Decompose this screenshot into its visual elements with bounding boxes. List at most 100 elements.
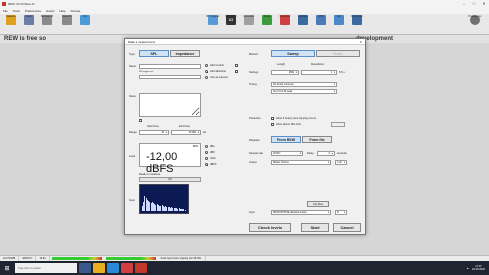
- chevron-down-icon: ▾: [333, 83, 335, 86]
- chevron-down-icon: ▾: [295, 71, 297, 74]
- abort-spl-check[interactable]: [271, 123, 274, 126]
- chevron-down-icon: ▾: [343, 161, 345, 164]
- network-icon[interactable]: ▲: [466, 267, 469, 270]
- start-button[interactable]: Start: [301, 223, 329, 232]
- input-level-meter: [51, 257, 102, 260]
- method-label: Method:: [249, 53, 259, 56]
- spl-meter-button[interactable]: 83 SPL Meter: [222, 15, 240, 34]
- task-view-icon[interactable]: [79, 263, 91, 273]
- add-date-time-check[interactable]: [235, 70, 238, 73]
- maximize-button[interactable]: □: [469, 0, 479, 8]
- notes-textarea[interactable]: [139, 93, 201, 117]
- info-button[interactable]: Info: [76, 15, 94, 34]
- measure-button[interactable]: Measure: [2, 15, 20, 34]
- measurement-dialog: Make a measurement ✕ Type: SPL Impedance…: [124, 38, 366, 235]
- from-rew-button[interactable]: From REW: [271, 136, 301, 143]
- file-explorer-icon[interactable]: [93, 263, 105, 273]
- menu-help[interactable]: Help: [59, 9, 65, 13]
- eq-button[interactable]: EQ: [330, 15, 348, 34]
- protection-label: Protection: [249, 117, 261, 120]
- use-as-entered-radio[interactable]: [205, 76, 208, 79]
- delay-input[interactable]: 0 ▴: [317, 151, 335, 156]
- start-freq-input[interactable]: 15 ▴: [139, 130, 169, 135]
- chevron-down-icon: ▾: [343, 211, 345, 214]
- chrome-icon[interactable]: [121, 263, 133, 273]
- name-prefix-input[interactable]: [139, 75, 201, 79]
- dbu-radio[interactable]: [205, 145, 208, 148]
- input-device-select[interactable]: MICROPHONE (Realtek Audio) ▾: [271, 210, 331, 215]
- timing-select[interactable]: No timing reference ▾: [271, 82, 337, 87]
- chevron-down-icon: ▾: [327, 161, 329, 164]
- level-display[interactable]: RMS -12,00 dBFS: [139, 143, 201, 175]
- dbfs-radio[interactable]: [205, 163, 208, 166]
- playback-label: Playback: [249, 139, 260, 142]
- output-channel-select[interactable]: L+R ▾: [335, 160, 347, 165]
- length-select[interactable]: 256k ▾: [271, 70, 299, 75]
- windows-start-icon[interactable]: ⊞: [0, 261, 14, 275]
- from-file-button[interactable]: From file: [302, 136, 332, 143]
- overlays-button[interactable]: Overlays: [294, 15, 312, 34]
- window-controls: – □ ✕: [459, 0, 489, 8]
- volts-radio[interactable]: [205, 157, 208, 160]
- length-label: Length: [277, 63, 285, 66]
- ready-label: Ready to measure: [139, 173, 161, 176]
- type-spl-button[interactable]: SPL: [139, 50, 169, 57]
- spectrum-bar: [184, 209, 186, 211]
- name-input[interactable]: [139, 64, 201, 69]
- repetitions-select[interactable]: 1 ▾: [301, 70, 337, 75]
- spinner-icon: ▴: [331, 152, 333, 155]
- menu-donate[interactable]: Donate: [71, 9, 81, 13]
- remove-all-button[interactable]: Remove All: [38, 15, 56, 34]
- chevron-down-icon: ▾: [333, 90, 335, 93]
- timing-sub-select[interactable]: Set t=0 at IR peak ▾: [271, 89, 337, 94]
- generator-button[interactable]: Generator: [240, 15, 258, 34]
- dbu-label: dBu: [210, 145, 215, 148]
- dialog-close-icon[interactable]: ✕: [359, 39, 362, 45]
- close-window-button[interactable]: ✕: [479, 0, 489, 8]
- rew-taskbar-icon[interactable]: [135, 263, 147, 273]
- method-sweep-button[interactable]: Sweep: [271, 50, 315, 57]
- import-button[interactable]: Import: [20, 15, 38, 34]
- output-device-select[interactable]: Master Volume ▾: [271, 160, 331, 165]
- dbv-radio[interactable]: [205, 151, 208, 154]
- taskbar: ⊞ Type here to search ▲ 17:07 20.08.2020: [0, 261, 489, 275]
- name-label: Name: [129, 65, 136, 68]
- save-notes-check[interactable]: [139, 119, 142, 122]
- spinner-icon: ▴: [197, 131, 199, 134]
- sample-rate-select[interactable]: 48 kHz ▾: [271, 151, 303, 156]
- start-freq-label: Start Freq: [147, 125, 159, 128]
- preferences-button[interactable]: Preferences: [466, 15, 484, 34]
- input-channel-select[interactable]: R ▾: [335, 210, 347, 215]
- auto-number-radio[interactable]: [205, 64, 208, 67]
- room-sim-button[interactable]: Room Sim: [348, 15, 366, 34]
- calculator-button[interactable]: Calculator: [276, 15, 294, 34]
- type-impedance-button[interactable]: Impedance: [170, 50, 200, 57]
- abort-clipping-check[interactable]: [271, 117, 275, 121]
- menu-preferences[interactable]: Preferences: [25, 9, 41, 13]
- method-noise-button[interactable]: Noise: [316, 50, 360, 57]
- check-levels-button[interactable]: Check levels: [249, 223, 291, 232]
- spl-limit-input[interactable]: [331, 122, 345, 127]
- rt-analyser-button[interactable]: RT Analyser: [204, 15, 222, 34]
- end-freq-input[interactable]: 20 000 ▴: [171, 130, 201, 135]
- cancel-button[interactable]: Cancel: [333, 223, 361, 232]
- spectrum-bars: [142, 193, 186, 211]
- menu-graph[interactable]: Graph: [46, 9, 54, 13]
- menu-file[interactable]: File: [3, 9, 8, 13]
- auto-number-label: Add number: [210, 64, 225, 67]
- minimize-button[interactable]: –: [459, 0, 469, 8]
- main-toolbar: Measure Import Remove All Save All Info …: [0, 14, 489, 35]
- menu-tools[interactable]: Tools: [13, 9, 20, 13]
- taskbar-search[interactable]: Type here to search: [15, 263, 77, 273]
- auto-number-check[interactable]: [235, 64, 238, 67]
- cal-files-button[interactable]: Cal files: [307, 201, 329, 207]
- add-date-time-radio[interactable]: [205, 70, 208, 73]
- save-all-button[interactable]: Save All: [58, 15, 76, 34]
- rta-button[interactable]: RTA: [312, 15, 330, 34]
- range-label: Range: [129, 131, 137, 134]
- edge-icon[interactable]: [107, 263, 119, 273]
- chevron-down-icon: ▾: [333, 71, 335, 74]
- scope-button[interactable]: Scope: [258, 15, 276, 34]
- progress-percent: 0%: [168, 178, 172, 181]
- clock[interactable]: 17:07 20.08.2020: [472, 265, 485, 272]
